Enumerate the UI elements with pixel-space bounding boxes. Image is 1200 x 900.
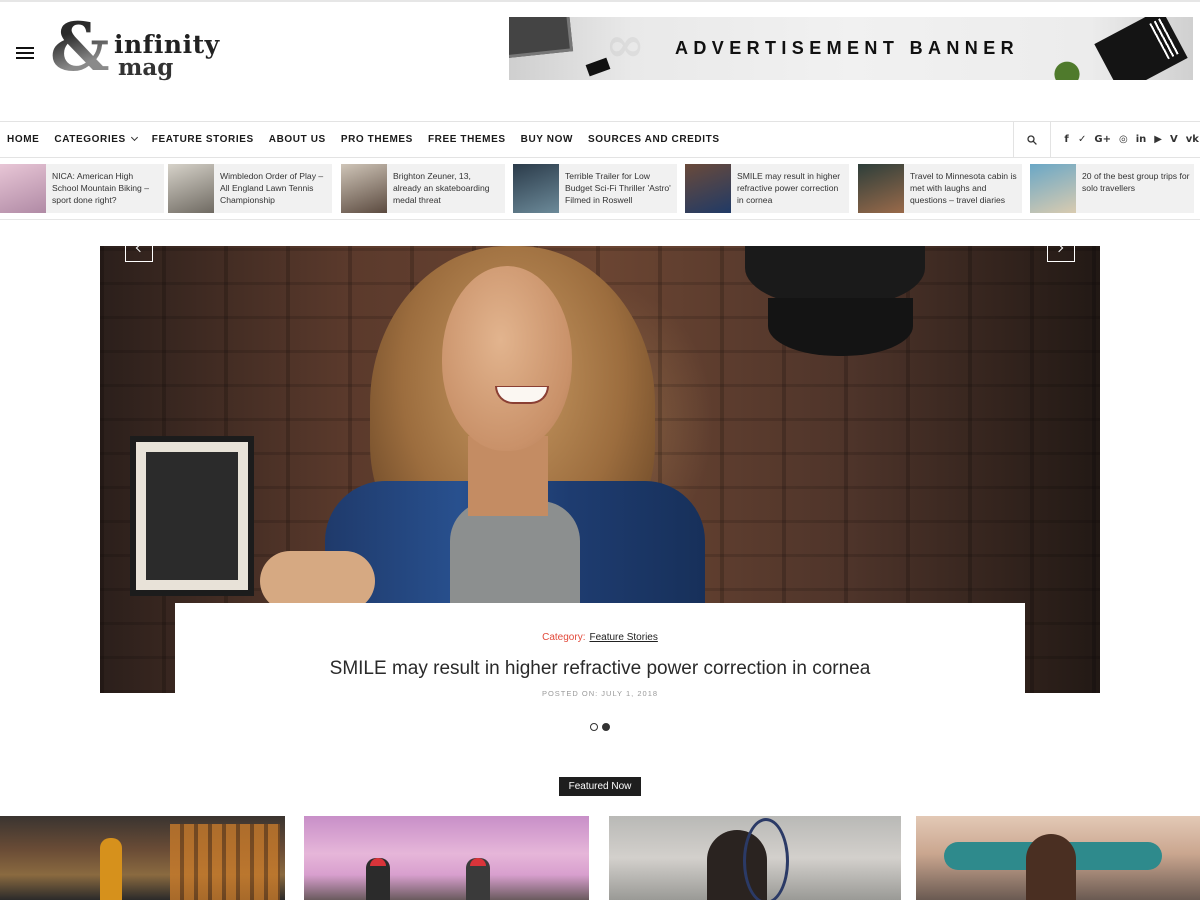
top-rule [0, 0, 1200, 2]
hero-caption: Category: Feature Stories SMILE may resul… [175, 603, 1025, 710]
lamp-shade [768, 298, 913, 356]
nav-divider [1050, 122, 1051, 157]
vimeo-icon[interactable]: V [1170, 134, 1178, 145]
logo-word-mag: mag [118, 54, 174, 81]
ticker-item[interactable]: 20 of the best group trips for solo trav… [1030, 164, 1194, 213]
menu-icon[interactable] [16, 47, 34, 61]
nav-item-home[interactable]: HOME [7, 134, 39, 145]
slider-next-button[interactable] [1047, 234, 1075, 262]
instagram-icon[interactable]: ◎ [1119, 134, 1128, 145]
ticker-title: Terrible Trailer for Low Budget Sci-Fi T… [565, 171, 671, 205]
featured-card-cyclists[interactable] [304, 816, 589, 900]
ticker-title: 20 of the best group trips for solo trav… [1082, 171, 1190, 193]
social-links: f ✓ G+ ◎ in ▶ V vk [1055, 122, 1199, 157]
ticker-title: Brighton Zeuner, 13, already an skateboa… [393, 171, 490, 205]
divider [0, 219, 1200, 220]
nav-menu: HOME CATEGORIES FEATURE STORIES ABOUT US… [7, 122, 735, 157]
nav-item-sources-and-credits[interactable]: SOURCES AND CREDITS [588, 134, 720, 145]
slider-dots [590, 723, 614, 731]
hand [260, 551, 375, 611]
laptop-image [509, 17, 574, 59]
main-nav: HOME CATEGORIES FEATURE STORIES ABOUT US… [0, 121, 1200, 158]
advertisement-banner[interactable]: ∞ ADVERTISEMENT BANNER [509, 17, 1193, 80]
picture-frame [130, 436, 254, 596]
ticker-item[interactable]: Travel to Minnesota cabin is met with la… [858, 164, 1022, 213]
ticker-thumbnail [685, 164, 731, 213]
ticker-thumbnail [1030, 164, 1076, 213]
nav-item-categories[interactable]: CATEGORIES [54, 133, 138, 145]
ad-logo-watermark: ∞ [605, 17, 645, 73]
logo-mark: & [50, 8, 110, 86]
featured-card-basketball[interactable] [0, 816, 285, 900]
nav-divider [1013, 122, 1014, 157]
category-link[interactable]: Feature Stories [589, 632, 657, 643]
nav-item-free-themes[interactable]: FREE THEMES [428, 134, 506, 145]
nav-item-about-us[interactable]: ABOUT US [269, 134, 326, 145]
ticker-item[interactable]: SMILE may result in higher refractive po… [685, 164, 849, 213]
chevron-left-icon [135, 243, 145, 253]
face [442, 266, 572, 451]
hero-title[interactable]: SMILE may result in higher refractive po… [175, 658, 1025, 680]
ticker-item[interactable]: NICA: American High School Mountain Biki… [0, 164, 164, 213]
facebook-icon[interactable]: f [1063, 134, 1070, 145]
ticker-title: Travel to Minnesota cabin is met with la… [910, 171, 1017, 205]
ticker-item[interactable]: Terrible Trailer for Low Budget Sci-Fi T… [513, 164, 677, 213]
featured-card-tennis[interactable] [609, 816, 901, 900]
linkedin-icon[interactable]: in [1136, 134, 1147, 145]
google-plus-icon[interactable]: G+ [1094, 134, 1111, 145]
ticker-item[interactable]: Wimbledon Order of Play – All England La… [168, 164, 332, 213]
posted-date: POSTED ON: JULY 1, 2018 [541, 689, 659, 698]
search-icon[interactable] [1027, 135, 1037, 145]
featured-now-label: Featured Now [559, 777, 641, 796]
nav-item-buy-now[interactable]: BUY NOW [521, 134, 573, 145]
ticker-title: SMILE may result in higher refractive po… [737, 171, 841, 205]
ticker-title: Wimbledon Order of Play – All England La… [220, 171, 324, 205]
plant-image [1053, 47, 1081, 80]
ticker-thumbnail [513, 164, 559, 213]
ticker-title: NICA: American High School Mountain Biki… [52, 171, 149, 205]
vk-icon[interactable]: vk [1186, 134, 1199, 145]
ticker-item[interactable]: Brighton Zeuner, 13, already an skateboa… [341, 164, 505, 213]
youtube-icon[interactable]: ▶ [1154, 134, 1162, 145]
chevron-right-icon [1054, 243, 1064, 253]
ticker-thumbnail [168, 164, 214, 213]
site-logo[interactable]: & infinity mag [50, 14, 230, 84]
nav-item-categories-label: CATEGORIES [54, 134, 126, 145]
twitter-icon[interactable]: ✓ [1078, 134, 1086, 145]
slider-dot[interactable] [590, 723, 598, 731]
category-label: Category: [542, 632, 586, 643]
ticker-thumbnail [341, 164, 387, 213]
ticker-thumbnail [0, 164, 46, 213]
nav-item-feature-stories[interactable]: FEATURE STORIES [152, 134, 254, 145]
post-ticker: NICA: American High School Mountain Biki… [0, 164, 1200, 213]
slider-prev-button[interactable] [125, 234, 153, 262]
ticker-thumbnail [858, 164, 904, 213]
hero-category: Category: Feature Stories [175, 632, 1025, 643]
notebook-image [1094, 17, 1188, 80]
featured-card-skateboard[interactable] [916, 816, 1200, 900]
nav-item-pro-themes[interactable]: PRO THEMES [341, 134, 413, 145]
ad-banner-text: ADVERTISEMENT BANNER [675, 38, 1020, 58]
slider-dot-active[interactable] [602, 723, 610, 731]
chevron-down-icon [130, 133, 138, 142]
